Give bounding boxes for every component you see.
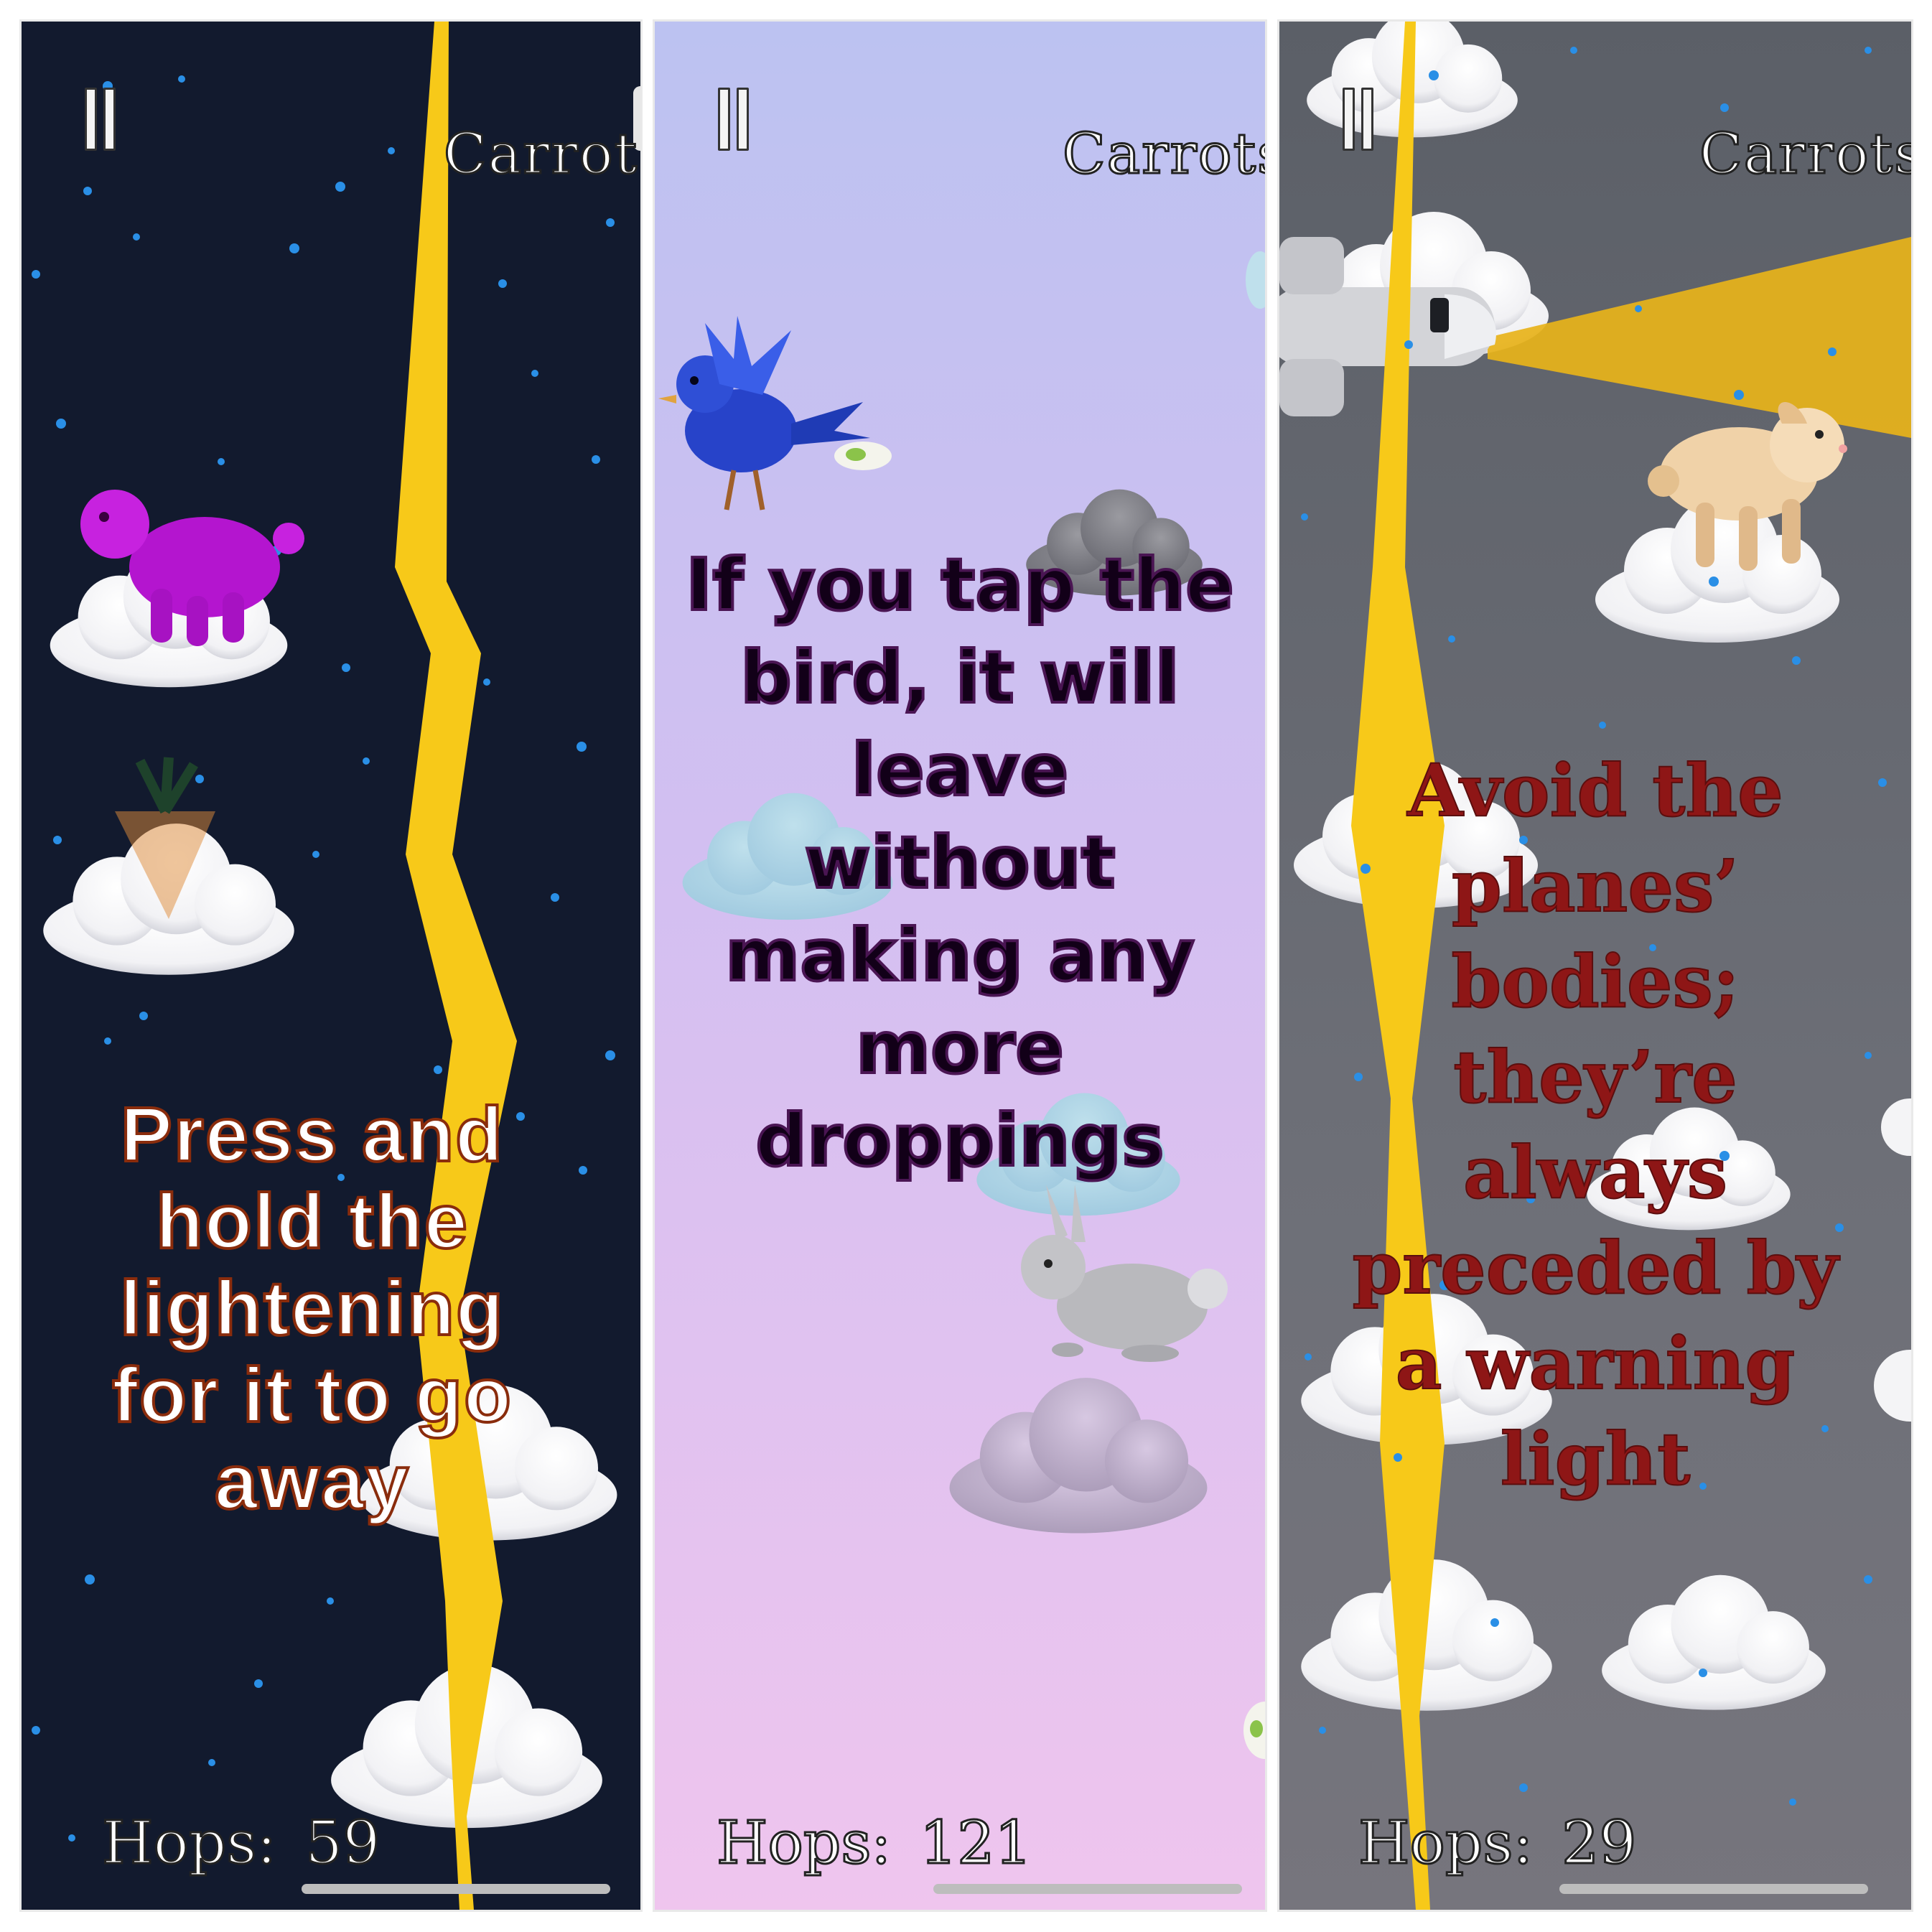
carrots-counter: Carrots: [1061, 121, 1265, 188]
home-indicator[interactable]: [302, 1884, 610, 1894]
tutorial-tip: If you tap the bird, it will leave witho…: [684, 541, 1236, 1184]
pause-button[interactable]: [712, 72, 755, 158]
hops-counter: Hops: 29: [1357, 1809, 1638, 1879]
game-screen-lightning: Carrots Press and hold the lightening fo…: [22, 22, 640, 1910]
tutorial-tip: Press and hold the lightening for it to …: [111, 1089, 513, 1526]
home-indicator[interactable]: [1559, 1884, 1868, 1894]
hops-value: 29: [1561, 1809, 1638, 1879]
pause-button[interactable]: [79, 72, 122, 158]
hops-counter: Hops: 121: [715, 1809, 1034, 1879]
game-screen-plane: Carrots Avoid the planes’ bodies; they’r…: [1279, 22, 1911, 1910]
bird-dropping: [834, 442, 892, 470]
offscreen-cloud-edge: [1874, 1350, 1911, 1422]
plane-warning-light: [1488, 237, 1911, 438]
hops-label: Hops:: [1357, 1809, 1534, 1879]
cloud: [949, 1378, 1208, 1534]
hops-counter: Hops: 59: [101, 1809, 381, 1879]
offscreen-cloud-edge: [1881, 1098, 1911, 1156]
game-screen-bird: Carrots If you tap the bird, it will lea…: [655, 22, 1265, 1910]
hops-label: Hops:: [101, 1809, 277, 1879]
tutorial-tip: Avoid the planes’ bodies; they’re always…: [1351, 747, 1839, 1502]
carrots-counter: Carrots: [1698, 121, 1911, 188]
cloud: [1602, 1574, 1826, 1710]
bird: [658, 316, 870, 510]
lightning-bolt: [395, 22, 517, 1910]
bird-dropping: [1243, 1702, 1265, 1759]
pause-button[interactable]: [1337, 72, 1380, 158]
hops-value: 59: [304, 1809, 381, 1879]
carrots-counter: Carrots: [442, 121, 640, 188]
home-indicator[interactable]: [933, 1884, 1242, 1894]
hops-value: 121: [919, 1809, 1034, 1879]
hops-label: Hops:: [715, 1809, 892, 1879]
game-scene: [32, 22, 640, 1910]
offscreen-cloud-edge: [1246, 251, 1265, 309]
